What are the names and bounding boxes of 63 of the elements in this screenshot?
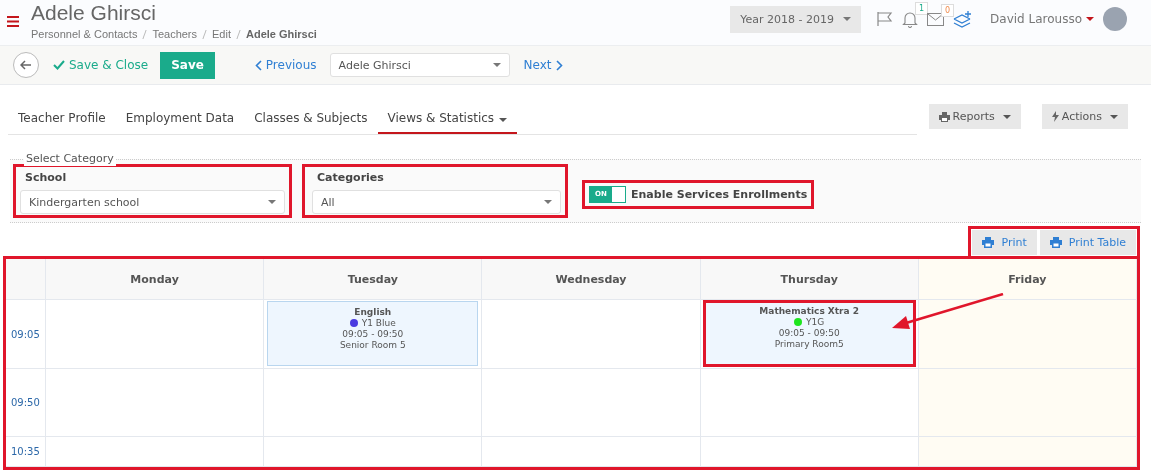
printer-icon bbox=[1049, 237, 1062, 248]
next-link[interactable]: Next bbox=[523, 58, 563, 72]
day-header: Monday bbox=[46, 259, 265, 300]
check-icon bbox=[53, 60, 65, 70]
reports-dropdown[interactable]: Reports bbox=[928, 104, 1021, 129]
tab[interactable]: Teacher Profile bbox=[8, 107, 116, 134]
event-room: Primary Room5 bbox=[774, 339, 844, 349]
select-field[interactable]: All bbox=[312, 190, 561, 214]
time-cell: 10:35 bbox=[6, 437, 46, 467]
year-dropdown[interactable]: Year 2018 - 2019 bbox=[730, 5, 862, 33]
user-name[interactable]: David Larousso bbox=[990, 12, 1082, 26]
teacher-select[interactable]: Adele Ghirsci bbox=[329, 53, 510, 77]
event-subject: English bbox=[354, 307, 392, 317]
time-cell: 09:05 bbox=[6, 300, 46, 369]
event-group: Y1 Blue bbox=[361, 318, 396, 328]
caret-icon[interactable] bbox=[1086, 17, 1094, 21]
corner-cell bbox=[6, 259, 46, 300]
lightning-icon bbox=[1051, 111, 1059, 122]
select-field[interactable]: Kindergarten school bbox=[20, 190, 285, 214]
tab[interactable]: Views & Statistics bbox=[377, 107, 518, 134]
class-event[interactable]: English Y1 Blue 09:05 - 09:50 Senior Room 5 bbox=[267, 301, 479, 366]
breadcrumb[interactable]: Personnel & Contacts bbox=[31, 28, 138, 40]
breadcrumb: Adele Ghirsci bbox=[246, 28, 317, 40]
class-event[interactable]: Mathematics Xtra 2 Y1G 09:05 - 09:50 Primary Room5 bbox=[703, 301, 915, 366]
field-label: School bbox=[24, 171, 68, 184]
printer-icon bbox=[982, 237, 995, 248]
message-badge: 0 bbox=[940, 3, 955, 17]
arrow-left-icon bbox=[20, 60, 32, 70]
event-room: Senior Room 5 bbox=[339, 340, 406, 350]
page-title: Adele Ghirsci bbox=[31, 1, 157, 25]
time-cell: 09:50 bbox=[6, 369, 46, 437]
event-time: 09:05 - 09:50 bbox=[342, 329, 404, 339]
back-button[interactable] bbox=[13, 52, 39, 78]
toggle-label: Enable Services Enrollments bbox=[631, 188, 808, 201]
actions-dropdown[interactable]: Actions bbox=[1041, 104, 1128, 129]
tab[interactable]: Classes & Subjects bbox=[244, 107, 378, 134]
day-header: Tuesday bbox=[264, 259, 483, 300]
print-table-button[interactable]: Print Table bbox=[1039, 230, 1136, 255]
fieldset-legend: Select Category bbox=[24, 152, 116, 166]
save-close-button[interactable]: Save & Close bbox=[53, 58, 149, 72]
breadcrumb[interactable]: Teachers bbox=[152, 28, 198, 40]
flag-icon[interactable] bbox=[876, 11, 894, 27]
field-label: Categories bbox=[316, 171, 385, 184]
avatar[interactable] bbox=[1103, 7, 1127, 31]
print-button[interactable]: Print bbox=[972, 230, 1037, 255]
previous-link[interactable]: Previous bbox=[254, 58, 317, 72]
event-time: 09:05 - 09:50 bbox=[778, 328, 840, 338]
notification-badge: 1 bbox=[914, 1, 929, 15]
bell-icon[interactable] bbox=[902, 10, 919, 28]
printer-icon bbox=[938, 111, 950, 122]
layers-plus-icon[interactable] bbox=[953, 10, 974, 28]
day-header: Wednesday bbox=[482, 259, 701, 300]
envelope-icon[interactable] bbox=[927, 12, 945, 26]
event-subject: Mathematics Xtra 2 bbox=[759, 306, 859, 316]
day-header: Friday bbox=[918, 259, 1137, 300]
tab[interactable]: Employment Data bbox=[115, 107, 245, 134]
save-button[interactable]: Save bbox=[160, 51, 215, 79]
breadcrumb[interactable]: Edit bbox=[212, 28, 231, 40]
event-group: Y1G bbox=[806, 317, 825, 327]
menu-icon[interactable] bbox=[7, 16, 19, 27]
day-header: Thursday bbox=[700, 259, 919, 300]
chevron-left-icon bbox=[254, 59, 262, 71]
chevron-right-icon bbox=[555, 59, 563, 71]
